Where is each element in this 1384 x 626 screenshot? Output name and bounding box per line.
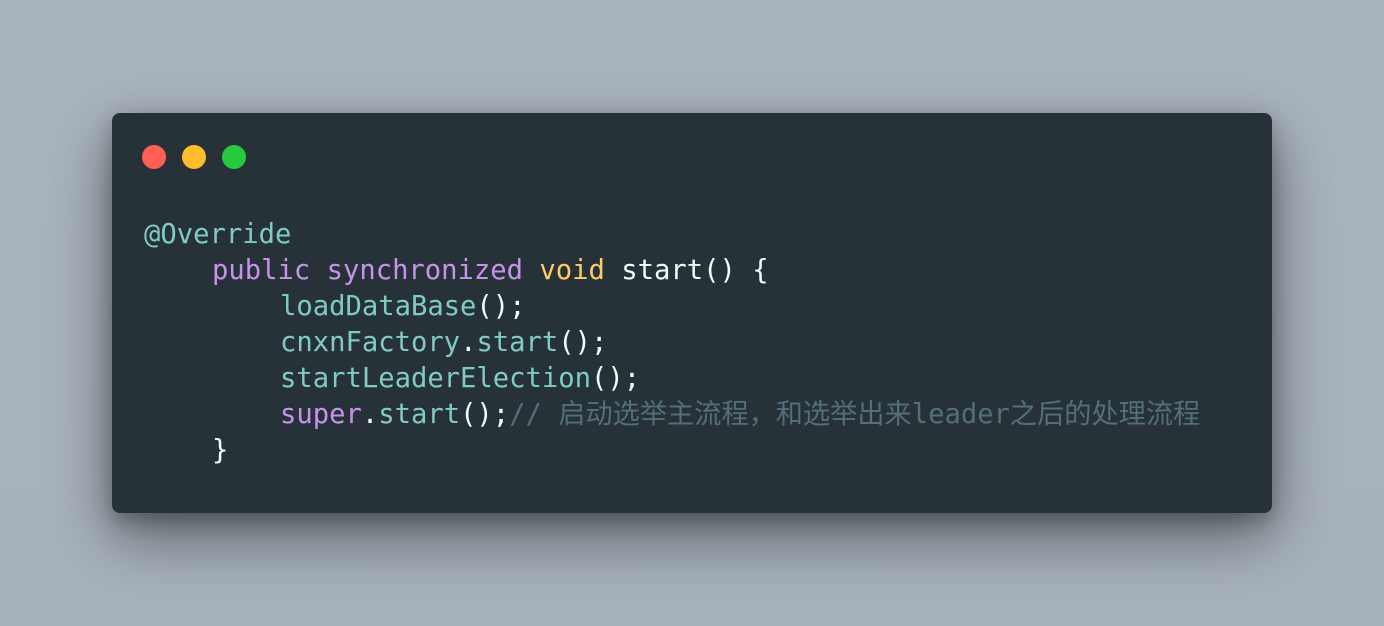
- code-line-1: @Override: [144, 217, 1200, 253]
- code-block: @Override public synchronized void start(…: [144, 217, 1200, 469]
- code-comment: // 启动选举主流程，和选举出来leader之后的处理流程: [509, 399, 1201, 430]
- code-line-6: super.start();// 启动选举主流程，和选举出来leader之后的处…: [144, 397, 1200, 433]
- call-loaddatabase: loadDataBase: [280, 291, 477, 322]
- keyword-super: super: [280, 399, 362, 430]
- keyword-synchronized: synchronized: [326, 255, 524, 286]
- call-start: start: [378, 399, 461, 430]
- call-tail: ();: [460, 399, 510, 430]
- code-window: @Override public synchronized void start(…: [112, 113, 1272, 513]
- override-annotation: @Override: [144, 219, 292, 250]
- type-void: void: [539, 255, 605, 286]
- method-signature: start() {: [621, 255, 769, 286]
- code-line-2: public synchronized void start() {: [144, 253, 1200, 289]
- call-tail: ();: [476, 291, 526, 322]
- code-line-3: loadDataBase();: [144, 289, 1200, 325]
- keyword-public: public: [212, 255, 311, 286]
- minimize-window-dot[interactable]: [182, 145, 206, 169]
- closing-brace: }: [212, 435, 229, 466]
- call-tail: ();: [558, 327, 608, 358]
- maximize-window-dot[interactable]: [222, 145, 246, 169]
- call-startleaderelection: startLeaderElection: [280, 363, 591, 394]
- object-cnxnfactory: cnxnFactory: [280, 327, 461, 358]
- call-start: start: [476, 327, 559, 358]
- member-dot: .: [361, 399, 379, 430]
- call-tail: ();: [591, 363, 641, 394]
- code-line-7: }: [144, 433, 1200, 469]
- close-window-dot[interactable]: [142, 145, 166, 169]
- code-line-5: startLeaderElection();: [144, 361, 1200, 397]
- member-dot: .: [460, 327, 477, 358]
- code-line-4: cnxnFactory.start();: [144, 325, 1200, 361]
